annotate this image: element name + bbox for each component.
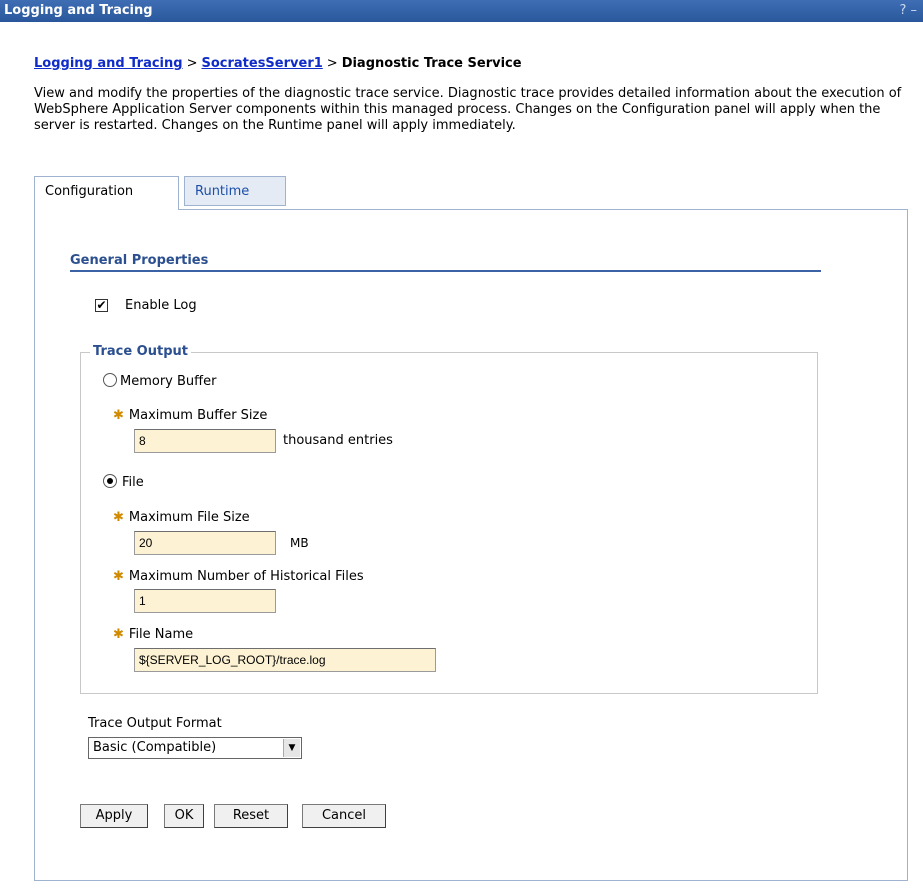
trace-output-format-label: Trace Output Format [88,716,222,731]
file-name-label: ✱ File Name [113,627,194,642]
chevron-down-icon[interactable]: ▼ [283,739,300,757]
file-name-input[interactable]: ${SERVER_LOG_ROOT}/trace.log [134,648,436,672]
window-titlebar: Logging and Tracing ? – [0,0,923,22]
historical-files-label: ✱ Maximum Number of Historical Files [113,569,364,584]
required-icon: ✱ [113,510,124,525]
page-description: View and modify the properties of the di… [34,86,902,133]
historical-files-input[interactable]: 1 [134,589,276,613]
breadcrumb-separator: > [326,56,338,71]
tab-configuration[interactable]: Configuration [34,176,179,210]
required-icon: ✱ [113,627,124,642]
enable-log-checkbox[interactable]: ✔ [95,299,108,312]
section-divider [70,270,821,272]
help-icon[interactable]: ? – [899,3,917,18]
general-properties-title: General Properties [70,253,209,268]
file-label: File [122,475,144,490]
breadcrumb-current: Diagnostic Trace Service [341,56,522,71]
max-buffer-size-label: ✱ Maximum Buffer Size [113,408,268,423]
max-file-size-label: ✱ Maximum File Size [113,510,250,525]
max-buffer-size-input[interactable]: 8 [134,429,276,453]
max-file-size-input[interactable]: 20 [134,531,276,555]
apply-button[interactable]: Apply [80,804,148,828]
breadcrumb-link-server[interactable]: SocratesServer1 [201,56,322,71]
trace-output-format-value: Basic (Compatible) [93,740,217,755]
required-icon: ✱ [113,569,124,584]
tab-runtime[interactable]: Runtime [184,176,286,206]
window-title: Logging and Tracing [4,3,153,18]
breadcrumb-link-logging[interactable]: Logging and Tracing [34,56,183,71]
max-buffer-size-unit: thousand entries [283,433,393,448]
max-file-size-unit: MB [290,536,309,550]
enable-log-label: Enable Log [125,298,197,313]
memory-buffer-label: Memory Buffer [120,374,217,389]
reset-button[interactable]: Reset [214,804,288,828]
required-icon: ✱ [113,408,124,423]
breadcrumb-separator: > [186,56,198,71]
trace-output-format-select[interactable]: Basic (Compatible) ▼ [88,737,302,759]
ok-button[interactable]: OK [164,804,204,828]
trace-output-legend: Trace Output [90,344,191,359]
file-radio[interactable] [103,474,117,488]
memory-buffer-radio[interactable] [103,373,117,387]
breadcrumb: Logging and Tracing > SocratesServer1 > Diag… [34,56,522,71]
cancel-button[interactable]: Cancel [302,804,386,828]
